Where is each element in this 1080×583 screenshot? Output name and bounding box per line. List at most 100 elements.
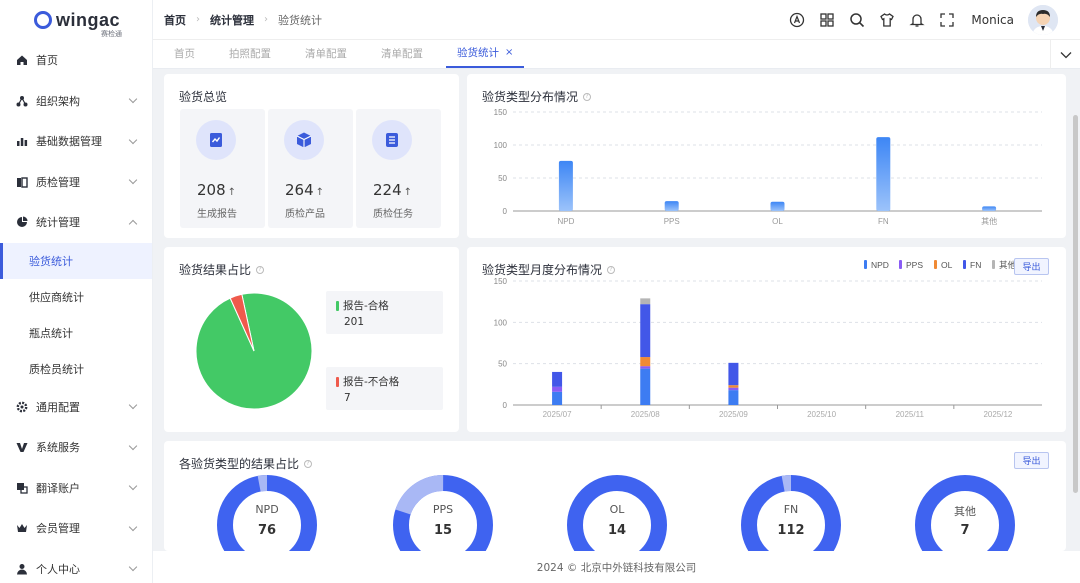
sidebar-item-label: 通用配置: [36, 400, 80, 414]
sidebar-item-inspection[interactable]: 质检管理: [0, 162, 152, 203]
sidebar-item-home[interactable]: 首页: [0, 40, 152, 81]
type-distribution-chart: 0 50 100 150 NPD PPS OL FN 其他: [494, 108, 1042, 226]
y-tick-label: 0: [503, 207, 508, 216]
sidebar-item-org[interactable]: 组织架构: [0, 81, 152, 122]
card-title: 各验货类型的结果占比?: [179, 455, 313, 472]
stacked-bar-segment: [640, 368, 651, 405]
tab-list-config-2[interactable]: 清单配置: [370, 39, 434, 68]
chevron-down-icon: [128, 135, 138, 144]
theme-shirt-icon[interactable]: [879, 12, 895, 28]
legend-marker: [934, 260, 937, 269]
stat-value: 224 ↑: [373, 181, 413, 199]
app-logo[interactable]: wingac 赛检通: [0, 0, 152, 40]
x-tick-label: 2025/12: [983, 410, 1012, 419]
tab-home[interactable]: 首页: [163, 39, 206, 68]
sidebar-item-basic-data[interactable]: 基础数据管理: [0, 121, 152, 162]
x-tick-label: 其他: [981, 216, 997, 226]
sidebar-subitem-inspection-stats[interactable]: 验货统计: [0, 242, 152, 279]
card-title: 验货总览: [179, 90, 228, 104]
translate-icon: [16, 482, 28, 494]
help-icon[interactable]: ?: [304, 459, 313, 468]
breadcrumb-current: 验货统计: [278, 13, 322, 27]
type-distribution-card: 验货类型分布情况? 0 50 100 150 NPD PPS OL FN 其他: [467, 74, 1066, 238]
sidebar-item-general-config[interactable]: 通用配置: [0, 387, 152, 428]
x-tick-label: 2025/11: [896, 410, 925, 419]
x-tick-label: PPS: [664, 217, 680, 226]
y-tick-label: 0: [503, 401, 508, 410]
overview-card: 验货总览 208 ↑ 生成报告 264 ↑ 质检产品 224 ↑ 质检任务: [164, 74, 459, 238]
footer: 2024 © 北京中外链科技有限公司: [153, 551, 1080, 583]
x-tick-label: NPD: [557, 217, 574, 226]
fullscreen-icon[interactable]: [939, 12, 955, 28]
sidebar-item-label: 个人中心: [36, 562, 80, 576]
sidebar-subitem-inspector-stats[interactable]: 质检员统计: [0, 351, 152, 387]
stacked-bar-segment: [552, 391, 563, 405]
legend-pass: 报告-合格 201: [326, 291, 443, 334]
chevron-down-icon: [1060, 51, 1071, 58]
sidebar-item-statistics[interactable]: 统计管理: [0, 202, 152, 243]
translate-icon[interactable]: [789, 12, 805, 28]
legend-label: OL: [941, 260, 953, 270]
logo-text: wingac 赛检通: [56, 9, 123, 38]
chevron-up-icon: [128, 219, 138, 228]
result-ratio-card: 验货结果占比? 报告-合格 201 报告-不合格 7: [164, 247, 459, 432]
sidebar-item-personal-center[interactable]: 个人中心: [0, 549, 152, 583]
tab-photo-config[interactable]: 拍照配置: [218, 39, 282, 68]
x-tick-label: 2025/07: [543, 410, 572, 419]
sidebar-item-label: 首页: [36, 54, 58, 68]
logo-icon: [34, 11, 52, 29]
apps-icon[interactable]: [819, 12, 835, 28]
x-tick-label: OL: [772, 217, 783, 226]
scrollbar[interactable]: [1073, 115, 1078, 493]
sidebar-item-translate-account[interactable]: 翻译账户: [0, 468, 152, 509]
legend-marker: [864, 260, 867, 269]
legend-fail: 报告-不合格 7: [326, 367, 443, 410]
export-button[interactable]: 导出: [1014, 452, 1049, 469]
sidebar-item-label: 质检管理: [36, 175, 80, 189]
result-pie-chart: [195, 292, 313, 410]
avatar[interactable]: [1028, 4, 1058, 35]
sidebar-subitem-supplier-stats[interactable]: 供应商统计: [0, 279, 152, 315]
tabs-dropdown-button[interactable]: [1050, 40, 1080, 69]
chevron-down-icon: [128, 176, 138, 185]
tab-inspection-stats[interactable]: 验货统计 ×: [446, 39, 525, 68]
service-icon: [16, 441, 28, 453]
user-name[interactable]: Monica: [971, 13, 1014, 27]
bar: [770, 201, 785, 211]
stacked-bar-segment: [640, 298, 651, 305]
sidebar-item-label: 基础数据管理: [36, 135, 102, 149]
top-header: 首页 › 统计管理 › 验货统计 Monica: [153, 0, 1080, 40]
export-button[interactable]: 导出: [1014, 258, 1049, 275]
sidebar-item-label: 系统服务: [36, 441, 80, 455]
stacked-bar-segment: [728, 390, 739, 405]
legend-marker: [963, 260, 966, 269]
sidebar-item-label: 会员管理: [36, 522, 80, 536]
x-tick-label: FN: [878, 217, 889, 226]
chevron-down-icon: [128, 522, 138, 531]
sidebar-item-label: 翻译账户: [36, 481, 80, 495]
close-icon[interactable]: ×: [505, 47, 513, 58]
overview-stat-tasks: 224 ↑ 质检任务: [356, 109, 441, 228]
x-tick-label: 2025/10: [807, 410, 836, 419]
y-tick-label: 50: [498, 174, 507, 183]
breadcrumb-home[interactable]: 首页: [164, 12, 186, 28]
search-icon[interactable]: [849, 12, 865, 28]
chevron-down-icon: [128, 563, 138, 572]
sidebar-item-system-service[interactable]: 系统服务: [0, 427, 152, 468]
stacked-bar-segment: [552, 371, 563, 387]
stacked-bar-segment: [728, 387, 739, 391]
sidebar-subitem-point-stats[interactable]: 瓶点统计: [0, 315, 152, 351]
legend-value: 7: [344, 392, 351, 404]
breadcrumb-separator-icon: ›: [264, 14, 268, 25]
legend-marker: [899, 260, 902, 269]
bar: [664, 201, 679, 211]
breadcrumb-statistics[interactable]: 统计管理: [210, 12, 254, 28]
bar: [558, 160, 573, 211]
pie-icon: [16, 216, 28, 228]
bell-icon[interactable]: [909, 12, 926, 28]
sidebar-item-membership[interactable]: 会员管理: [0, 508, 152, 549]
stat-label: 生成报告: [197, 209, 237, 220]
y-tick-label: 50: [498, 360, 507, 369]
tab-list-config[interactable]: 清单配置: [294, 39, 358, 68]
legend-marker: [992, 260, 995, 269]
